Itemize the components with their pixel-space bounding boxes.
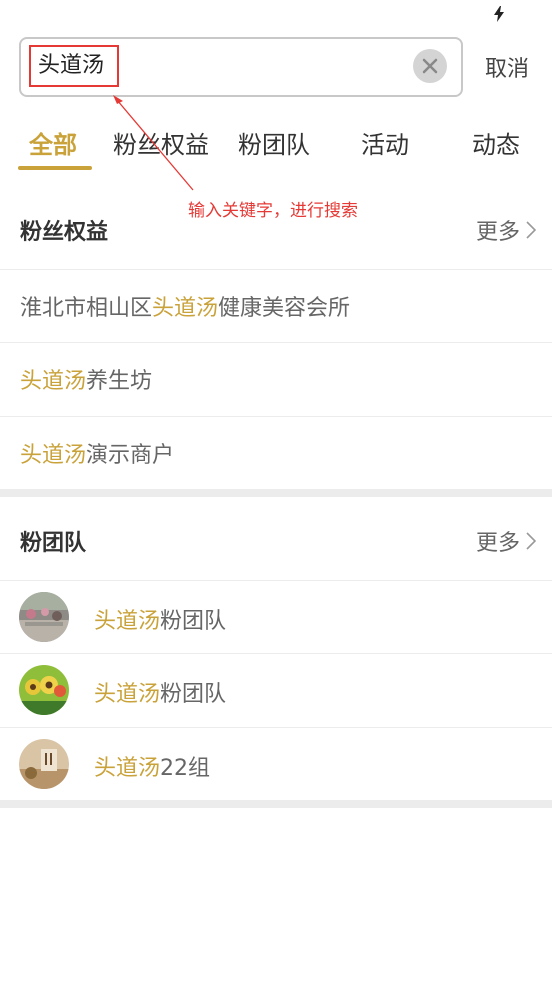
list-item-label: 头道汤演示商户 [20, 443, 175, 468]
list-item-label: 淮北市相山区头道汤健康美容会所 [20, 296, 351, 321]
cancel-button[interactable]: 取消 [485, 51, 529, 83]
list-item[interactable]: 头道汤养生坊 [0, 342, 552, 415]
section-title: 粉团队 [20, 531, 87, 556]
search-query-text: 头道汤 [29, 45, 119, 87]
tab-all[interactable]: 全部 [29, 125, 77, 160]
more-label: 更多 [475, 220, 520, 245]
fan-teams-header: 粉团队 更多 [0, 511, 552, 571]
tab-activities[interactable]: 活动 [361, 125, 409, 160]
tab-fan-benefits[interactable]: 粉丝权益 [113, 125, 209, 160]
avatar [19, 592, 69, 642]
clear-search-button[interactable] [413, 49, 447, 83]
search-bar: 头道汤 取消 [19, 37, 552, 97]
list-item-label: 头道汤粉团队 [94, 682, 227, 707]
section-title: 粉丝权益 [20, 220, 109, 245]
avatar [19, 739, 69, 789]
fan-benefits-header: 粉丝权益 更多 [0, 200, 552, 260]
close-icon [422, 58, 438, 74]
list-item[interactable]: 头道汤粉团队 [0, 580, 552, 653]
chevron-right-icon [526, 221, 536, 239]
list-item[interactable]: 头道汤粉团队 [0, 653, 552, 726]
section-divider [0, 489, 552, 497]
tab-dynamics[interactable]: 动态 [472, 125, 520, 160]
fan-teams-more-link[interactable]: 更多 [476, 525, 536, 557]
section-divider [0, 800, 552, 808]
list-item-label: 头道汤养生坊 [20, 369, 153, 394]
list-item-label: 头道汤粉团队 [94, 609, 227, 634]
fan-benefits-more-link[interactable]: 更多 [476, 214, 536, 246]
charging-icon [494, 6, 504, 22]
list-item[interactable]: 头道汤22组 [0, 727, 552, 800]
status-bar [0, 0, 552, 34]
more-label: 更多 [475, 531, 520, 556]
category-tabs: 全部 粉丝权益 粉团队 活动 动态 [0, 125, 552, 173]
search-input[interactable]: 头道汤 [19, 37, 463, 97]
list-item-label: 头道汤22组 [94, 756, 211, 781]
active-tab-indicator [18, 166, 92, 170]
list-item[interactable]: 淮北市相山区头道汤健康美容会所 [0, 269, 552, 342]
avatar [19, 665, 69, 715]
chevron-right-icon [526, 532, 536, 550]
list-item[interactable]: 头道汤演示商户 [0, 416, 552, 489]
tab-fan-teams[interactable]: 粉团队 [238, 125, 310, 160]
